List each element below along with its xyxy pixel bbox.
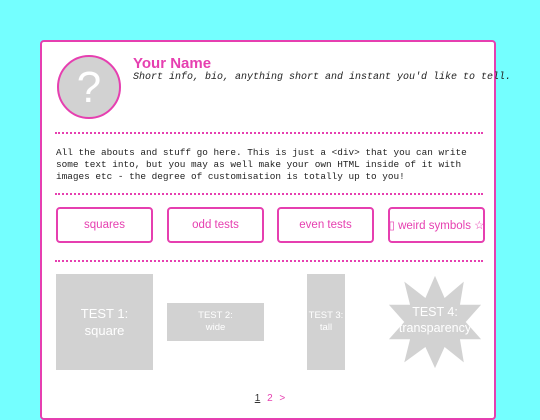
tile-title: TEST 1:	[80, 306, 129, 321]
page-1-link[interactable]: 1	[255, 393, 261, 404]
tile-caption: square	[84, 323, 125, 338]
tile-title: TEST 2:	[198, 310, 233, 321]
about-text: All the abouts and stuff go here. This i…	[56, 147, 467, 182]
page-2-link[interactable]: 2	[267, 393, 273, 404]
tile-caption: wide	[205, 322, 226, 333]
gallery-tile-wide[interactable]: TEST 2: wide	[167, 303, 264, 341]
nav-button-odd-tests[interactable]: odd tests	[167, 207, 264, 243]
pagination: 1 2 >	[42, 393, 498, 404]
profile-bio: Short info, bio, anything short and inst…	[133, 72, 512, 83]
nav-button-weird-symbols[interactable]: ▯ weird symbols ☆	[388, 207, 485, 243]
divider	[55, 260, 483, 262]
gallery-tile-square[interactable]: TEST 1: square	[56, 274, 153, 370]
tile-caption: transparency	[398, 321, 472, 335]
divider	[55, 193, 483, 195]
avatar: ?	[57, 55, 121, 119]
gallery-tile-transparency-label: TEST 4: transparency	[387, 304, 483, 336]
profile-card: ? Your Name Short info, bio, anything sh…	[40, 40, 512, 420]
nav-button-even-tests[interactable]: even tests	[277, 207, 374, 243]
profile-name: Your Name	[133, 55, 212, 72]
tile-caption: tall	[319, 322, 333, 333]
tile-title: TEST 4:	[412, 305, 458, 319]
divider	[55, 132, 483, 134]
nav-button-squares[interactable]: squares	[56, 207, 153, 243]
tile-title: TEST 3:	[308, 310, 344, 321]
next-page-link[interactable]: >	[279, 393, 285, 404]
gallery-tile-tall[interactable]: TEST 3: tall	[307, 274, 345, 370]
